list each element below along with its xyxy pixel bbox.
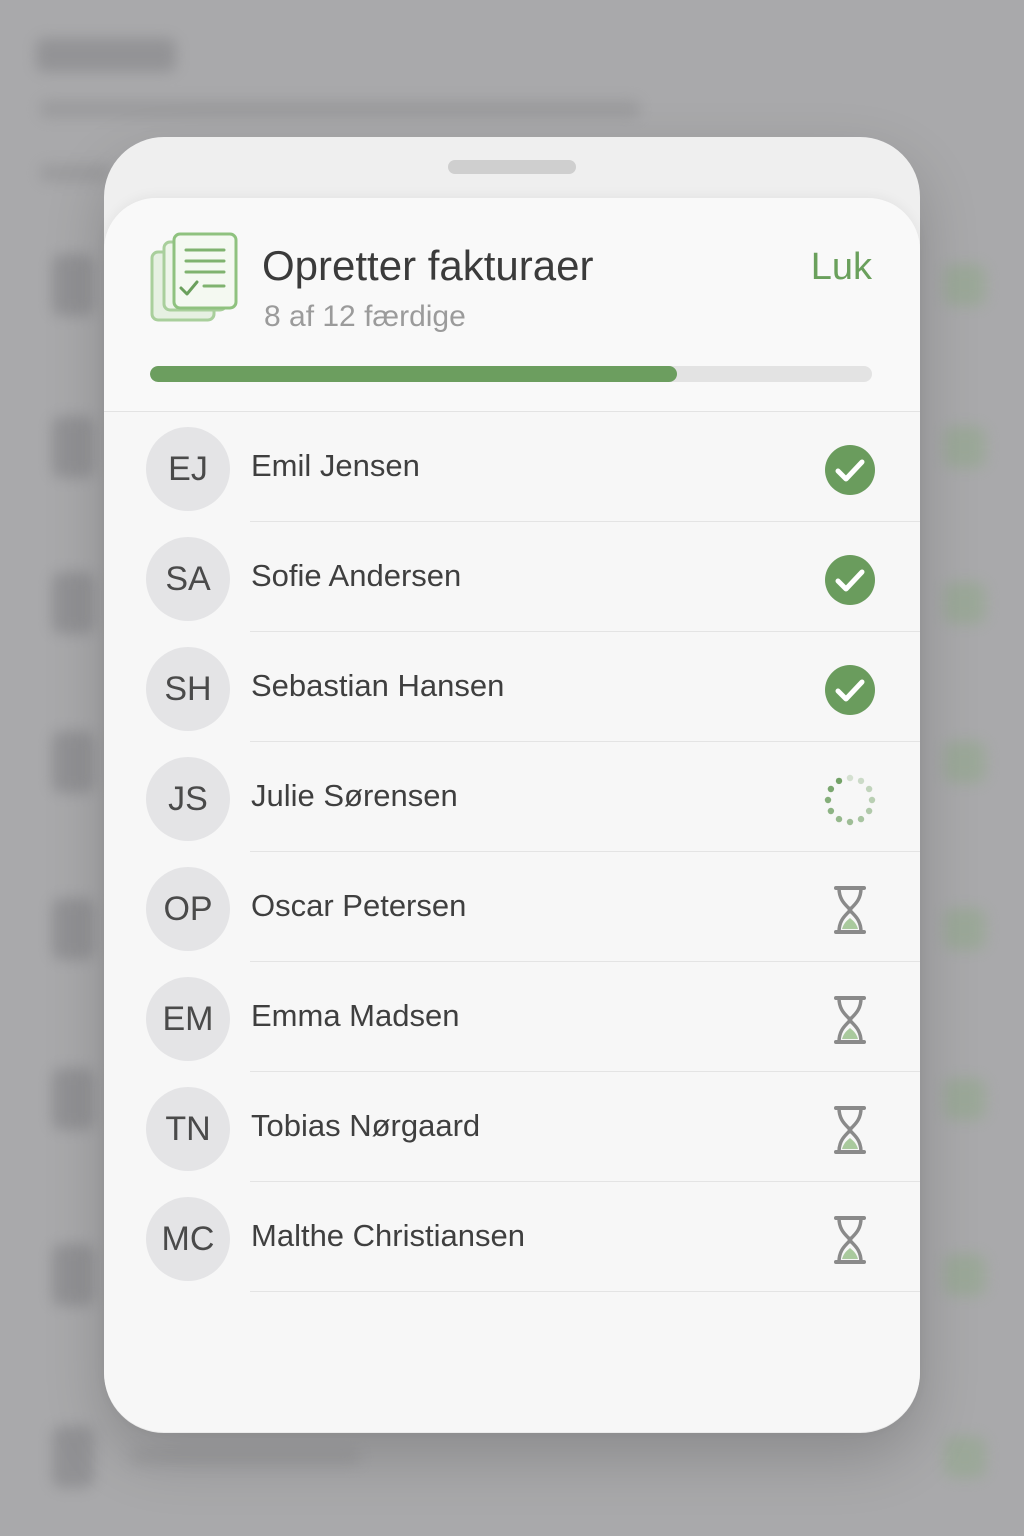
avatar: EM bbox=[146, 977, 230, 1061]
background-title bbox=[36, 38, 176, 72]
sheet-grabber[interactable] bbox=[448, 160, 576, 174]
avatar: EJ bbox=[146, 427, 230, 511]
sheet-progress-count: 8 af 12 færdige bbox=[264, 300, 466, 333]
recipient-name: Tobias Nørgaard bbox=[251, 1108, 481, 1143]
recipient-row[interactable]: MC Malthe Christiansen bbox=[104, 1182, 920, 1292]
hourglass-icon bbox=[822, 992, 878, 1048]
recipient-name: Emil Jensen bbox=[251, 448, 420, 483]
recipient-row[interactable]: SH Sebastian Hansen bbox=[104, 632, 920, 742]
recipient-name: Julie Sørensen bbox=[251, 778, 458, 813]
check-circle-icon bbox=[822, 552, 878, 608]
invoice-progress-sheet: Opretter fakturaer 8 af 12 færdige Luk E… bbox=[104, 198, 920, 1432]
check-circle-icon bbox=[822, 442, 878, 498]
background-text bbox=[40, 100, 640, 118]
close-button[interactable]: Luk bbox=[811, 246, 872, 289]
progress-bar-fill bbox=[150, 366, 678, 382]
recipient-row[interactable]: EJ Emil Jensen bbox=[104, 412, 920, 522]
spinner-icon bbox=[822, 772, 878, 828]
hourglass-icon bbox=[822, 1212, 878, 1268]
background-text bbox=[40, 164, 110, 182]
avatar: OP bbox=[146, 867, 230, 951]
recipient-row[interactable]: JS Julie Sørensen bbox=[104, 742, 920, 852]
avatar: MC bbox=[146, 1197, 230, 1281]
recipient-row[interactable]: EM Emma Madsen bbox=[104, 962, 920, 1072]
avatar: SH bbox=[146, 647, 230, 731]
sheet-title: Opretter fakturaer bbox=[262, 242, 594, 289]
avatar: JS bbox=[146, 757, 230, 841]
avatar: SA bbox=[146, 537, 230, 621]
recipient-name: Sebastian Hansen bbox=[251, 668, 505, 703]
check-circle-icon bbox=[822, 662, 878, 718]
recipient-list: EJ Emil Jensen SA Sofie Andersen SH Sebastian… bbox=[104, 412, 920, 1292]
progress-bar bbox=[150, 366, 872, 382]
recipient-row[interactable]: TN Tobias Nørgaard bbox=[104, 1072, 920, 1182]
recipient-name: Sofie Andersen bbox=[251, 558, 462, 593]
recipient-row[interactable]: SA Sofie Andersen bbox=[104, 522, 920, 632]
sheet-header: Opretter fakturaer 8 af 12 færdige Luk bbox=[104, 198, 920, 412]
recipient-name: Emma Madsen bbox=[251, 998, 460, 1033]
invoice-document-icon bbox=[150, 232, 238, 322]
hourglass-icon bbox=[822, 882, 878, 938]
hourglass-icon bbox=[822, 1102, 878, 1158]
avatar: TN bbox=[146, 1087, 230, 1171]
recipient-name: Malthe Christiansen bbox=[251, 1218, 525, 1253]
recipient-row[interactable]: OP Oscar Petersen bbox=[104, 852, 920, 962]
recipient-name: Oscar Petersen bbox=[251, 888, 467, 923]
